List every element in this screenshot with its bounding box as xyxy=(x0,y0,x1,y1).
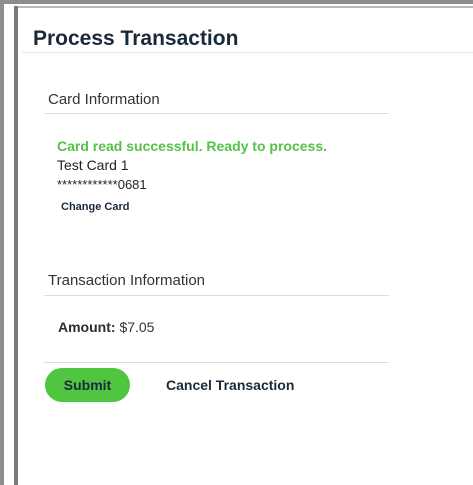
change-card-link[interactable]: Change Card xyxy=(61,200,129,214)
window-left-border xyxy=(0,0,4,485)
masked-card-number: ************0681 xyxy=(57,177,147,192)
transaction-panel: Process Transaction Card Information Car… xyxy=(0,0,473,485)
submit-button[interactable]: Submit xyxy=(45,368,130,402)
card-name: Test Card 1 xyxy=(57,157,129,173)
page-title: Process Transaction xyxy=(33,27,239,50)
window-top-border xyxy=(0,0,473,4)
cancel-transaction-link[interactable]: Cancel Transaction xyxy=(166,376,294,394)
actions-divider xyxy=(44,362,389,363)
transaction-information-divider xyxy=(44,295,389,296)
card-information-heading: Card Information xyxy=(48,91,160,108)
card-read-status: Card read successful. Ready to process. xyxy=(57,138,327,154)
amount-value: $7.05 xyxy=(119,319,155,335)
panel-top-border xyxy=(14,6,473,8)
amount-label: Amount: xyxy=(58,319,116,335)
amount-line: Amount: $7.05 xyxy=(58,318,154,336)
panel-left-border xyxy=(14,6,18,485)
transaction-information-heading: Transaction Information xyxy=(48,272,206,289)
card-information-divider xyxy=(44,113,389,114)
title-divider xyxy=(22,52,473,53)
